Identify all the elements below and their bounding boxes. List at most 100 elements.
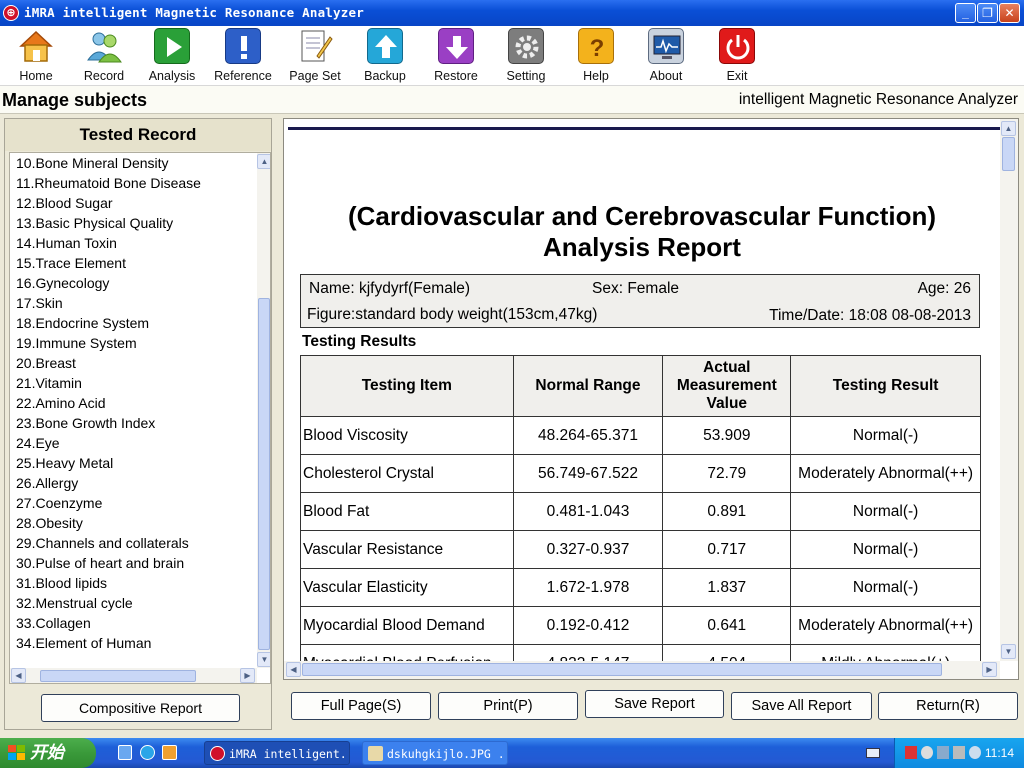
record-list-hscrollbar[interactable]: ◀ ▶: [10, 668, 257, 683]
column-header: Testing Item: [300, 355, 514, 417]
compositive-report-button[interactable]: Compositive Report: [41, 694, 240, 722]
hscroll-thumb[interactable]: [40, 670, 196, 682]
home-button[interactable]: Home: [2, 26, 70, 86]
scroll-thumb[interactable]: [258, 298, 270, 650]
report-scroll-up-arrow-icon[interactable]: ▲: [1001, 121, 1016, 136]
security-icon[interactable]: [969, 746, 981, 759]
record-list-item[interactable]: 24.Eye: [16, 433, 201, 453]
home-icon: [18, 28, 54, 64]
sidebar-title: Tested Record: [5, 119, 271, 151]
record-list-item[interactable]: 27.Coenzyme: [16, 493, 201, 513]
restore-app-button[interactable]: Restore: [422, 26, 490, 86]
result-cell-result: Moderately Abnormal(++): [790, 454, 981, 493]
settings-tray-icon[interactable]: [921, 746, 933, 759]
result-cell-range: 0.327-0.937: [512, 530, 664, 569]
scroll-left-arrow-icon[interactable]: ◀: [11, 668, 26, 683]
restore-button[interactable]: ❐: [977, 3, 998, 23]
record-list-item[interactable]: 30.Pulse of heart and brain: [16, 553, 201, 573]
page-set-label: Page Set: [289, 69, 341, 83]
record-list-item[interactable]: 32.Menstrual cycle: [16, 593, 201, 613]
record-list-item[interactable]: 33.Collagen: [16, 613, 201, 633]
record-list-item[interactable]: 17.Skin: [16, 293, 201, 313]
record-button[interactable]: Record: [70, 26, 138, 86]
report-vscrollbar[interactable]: ▲ ▼: [1000, 119, 1018, 661]
taskbar-item-image[interactable]: dskuhgkijlo.JPG ...: [362, 741, 508, 765]
save-report-button[interactable]: Save Report: [585, 690, 724, 718]
app-subtitle: intelligent Magnetic Resonance Analyzer: [738, 91, 1018, 108]
quick-launch: [118, 745, 188, 761]
system-tray: 11:14: [894, 738, 1024, 768]
full-page-button[interactable]: Full Page(S): [291, 692, 431, 720]
svg-text:?: ?: [590, 35, 605, 62]
help-icon: ?: [578, 28, 614, 64]
start-button[interactable]: 开始: [0, 738, 96, 768]
results-row: Blood Viscosity 48.264-65.371 53.909 Normal…: [300, 416, 981, 455]
test-datetime: Time/Date: 18:08 08-08-2013: [769, 307, 971, 324]
record-list-item[interactable]: 16.Gynecology: [16, 273, 201, 293]
close-button[interactable]: ✕: [999, 3, 1020, 23]
result-cell-range: 48.264-65.371: [512, 416, 664, 455]
tray-app-icon[interactable]: [937, 746, 949, 759]
taskbar-item-imra[interactable]: iMRA intelligent...: [204, 741, 350, 765]
record-list-item[interactable]: 11.Rheumatoid Bone Disease: [16, 173, 201, 193]
result-cell-result: Normal(-): [790, 492, 981, 531]
backup-button[interactable]: Backup: [351, 26, 419, 86]
result-cell-item: Blood Fat: [300, 492, 514, 531]
record-list-item[interactable]: 31.Blood lipids: [16, 573, 201, 593]
page-set-icon: [297, 28, 333, 64]
record-list-item[interactable]: 23.Bone Growth Index: [16, 413, 201, 433]
minimize-button[interactable]: _: [955, 3, 976, 23]
sidebar: Tested Record 10.Bone Mineral Density 11.…: [4, 118, 272, 730]
print-button[interactable]: Print(P): [438, 692, 578, 720]
reference-button[interactable]: Reference: [209, 26, 277, 86]
record-list-item[interactable]: 19.Immune System: [16, 333, 201, 353]
report-scroll-thumb[interactable]: [1002, 137, 1015, 171]
ie-icon[interactable]: [140, 745, 155, 760]
page-title: Manage subjects: [2, 90, 148, 110]
analysis-button[interactable]: Analysis: [138, 26, 206, 86]
media-icon[interactable]: [162, 745, 177, 760]
page-set-button[interactable]: Page Set: [281, 26, 349, 86]
exit-label: Exit: [726, 69, 748, 83]
exit-button[interactable]: Exit: [703, 26, 771, 86]
record-list-item[interactable]: 34.Element of Human: [16, 633, 201, 653]
network-icon[interactable]: [905, 746, 917, 759]
record-list-item[interactable]: 15.Trace Element: [16, 253, 201, 273]
result-cell-range: 1.672-1.978: [512, 568, 664, 607]
scroll-up-arrow-icon[interactable]: ▲: [257, 154, 270, 169]
record-list-item[interactable]: 13.Basic Physical Quality: [16, 213, 201, 233]
record-list-vscrollbar[interactable]: ▲ ▼: [257, 153, 270, 668]
about-button[interactable]: About: [632, 26, 700, 86]
help-button[interactable]: ? Help: [562, 26, 630, 86]
header-bar: Manage subjects intelligent Magnetic Res…: [0, 86, 1024, 114]
record-list-item[interactable]: 10.Bone Mineral Density: [16, 153, 201, 173]
scroll-right-arrow-icon[interactable]: ▶: [240, 668, 255, 683]
result-cell-result: Normal(-): [790, 530, 981, 569]
record-list-item[interactable]: 28.Obesity: [16, 513, 201, 533]
report-scroll-down-arrow-icon[interactable]: ▼: [1001, 644, 1016, 659]
record-list-item[interactable]: 14.Human Toxin: [16, 233, 201, 253]
record-list-item[interactable]: 26.Allergy: [16, 473, 201, 493]
setting-button[interactable]: Setting: [492, 26, 560, 86]
record-list-item[interactable]: 25.Heavy Metal: [16, 453, 201, 473]
record-list-item[interactable]: 21.Vitamin: [16, 373, 201, 393]
results-row: Vascular Resistance 0.327-0.937 0.717 Norma…: [300, 530, 981, 569]
record-list-item[interactable]: 20.Breast: [16, 353, 201, 373]
keyboard-icon[interactable]: [866, 748, 880, 758]
volume-icon[interactable]: [953, 746, 965, 759]
report-scroll-right-arrow-icon[interactable]: ▶: [982, 662, 997, 677]
show-desktop-icon[interactable]: [118, 745, 132, 760]
scroll-down-arrow-icon[interactable]: ▼: [257, 652, 270, 667]
report-hscrollbar[interactable]: ◀ ▶: [284, 661, 1000, 679]
save-all-report-button[interactable]: Save All Report: [731, 692, 872, 720]
record-list-item[interactable]: 12.Blood Sugar: [16, 193, 201, 213]
return-button[interactable]: Return(R): [878, 692, 1018, 720]
results-row: Cholesterol Crystal 56.749-67.522 72.79 Mod…: [300, 454, 981, 493]
gear-icon: [508, 28, 544, 64]
record-list-item[interactable]: 29.Channels and collaterals: [16, 533, 201, 553]
report-hscroll-thumb[interactable]: [302, 663, 942, 676]
record-list-item[interactable]: 22.Amino Acid: [16, 393, 201, 413]
record-list-item[interactable]: 18.Endocrine System: [16, 313, 201, 333]
report-scroll-left-arrow-icon[interactable]: ◀: [286, 662, 301, 677]
record-label: Record: [83, 69, 125, 83]
